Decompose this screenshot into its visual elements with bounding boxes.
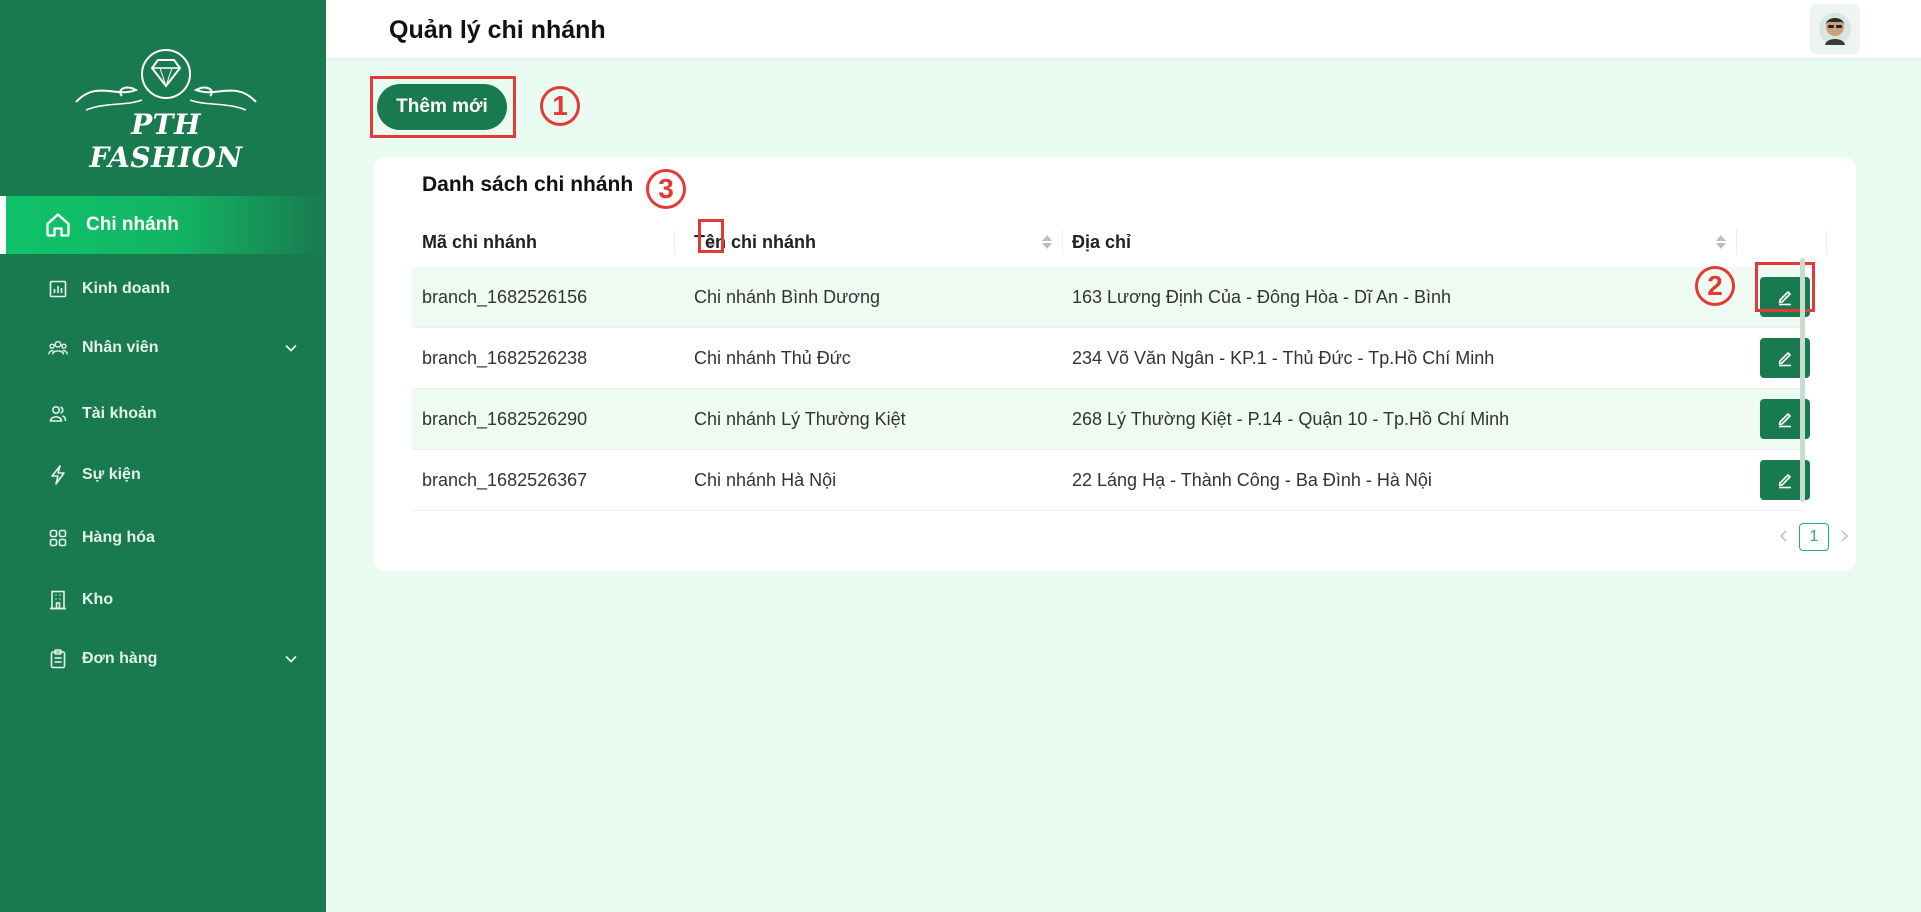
avatar[interactable] bbox=[1810, 4, 1860, 54]
pagination-page-1[interactable]: 1 bbox=[1799, 523, 1829, 551]
edit-pencil-icon bbox=[1778, 352, 1791, 367]
cell-branch-address: 268 Lý Thường Kiệt - P.14 - Quận 10 - Tp… bbox=[1072, 408, 1510, 429]
edit-pencil-icon bbox=[1778, 474, 1791, 489]
diamond-emblem-icon bbox=[75, 49, 257, 111]
sidebar-item-label: Đơn hàng bbox=[82, 650, 158, 667]
cell-branch-code: branch_1682526290 bbox=[422, 408, 588, 429]
sidebar-item-tai-khoan[interactable]: Tài khoản bbox=[0, 386, 326, 442]
chevron-down-icon[interactable] bbox=[284, 652, 298, 666]
chevron-left-icon[interactable] bbox=[1777, 529, 1791, 543]
sidebar-item-kinh-doanh[interactable]: Kinh doanh bbox=[0, 261, 326, 317]
sidebar-item-label: Chi nhánh bbox=[86, 214, 179, 235]
cell-branch-code: branch_1682526156 bbox=[422, 286, 588, 307]
clipboard-icon bbox=[48, 649, 68, 669]
column-divider bbox=[1062, 229, 1063, 255]
building-icon bbox=[48, 590, 68, 610]
grid-icon bbox=[48, 528, 68, 548]
sidebar-item-label: Kho bbox=[82, 591, 114, 608]
table-scrollbar[interactable] bbox=[1800, 258, 1805, 502]
branch-list-card: Danh sách chi nhánh 3 Mã chi nhánh Tên c… bbox=[374, 157, 1856, 571]
cell-branch-name: Chi nhánh Hà Nội bbox=[694, 469, 837, 490]
sidebar-item-nhan-vien[interactable]: Nhân viên bbox=[0, 320, 326, 376]
column-header-ma-chi-nhanh[interactable]: Mã chi nhánh bbox=[422, 217, 537, 267]
lightning-icon bbox=[48, 465, 68, 485]
cell-branch-name: Chi nhánh Thủ Đức bbox=[694, 347, 851, 368]
table-row: branch_1682526367 Chi nhánh Hà Nội 22 Lá… bbox=[412, 450, 1810, 511]
sidebar-item-don-hang[interactable]: Đơn hàng bbox=[0, 631, 326, 687]
annotation-badge-2: 2 bbox=[1695, 266, 1735, 306]
user-avatar-icon bbox=[1819, 13, 1851, 45]
home-icon bbox=[44, 211, 72, 239]
table-header: Mã chi nhánh Tên chi nhánh Địa chỉ bbox=[412, 217, 1827, 268]
add-new-button[interactable]: Thêm mới bbox=[377, 84, 507, 130]
chevron-down-icon[interactable] bbox=[284, 341, 298, 355]
sidebar-item-label: Kinh doanh bbox=[82, 280, 170, 297]
main-content: Quản lý chi nhánh Thêm mới 1 Danh sách c… bbox=[326, 0, 1921, 912]
add-button-highlight: Thêm mới bbox=[370, 76, 516, 138]
annotation-badge-1: 1 bbox=[540, 86, 580, 126]
sidebar-item-chi-nhanh[interactable]: Chi nhánh bbox=[0, 196, 326, 254]
sidebar-item-label: Sự kiện bbox=[82, 466, 141, 483]
brand-name: PTH FASHION bbox=[89, 108, 243, 174]
cell-branch-address: 234 Võ Văn Ngân - KP.1 - Thủ Đức - Tp.Hồ… bbox=[1072, 347, 1495, 368]
sort-icon[interactable] bbox=[1714, 229, 1728, 255]
team-icon bbox=[48, 338, 68, 358]
table-row: branch_1682526156 Chi nhánh Bình Dương 1… bbox=[412, 267, 1810, 328]
table-row: branch_1682526290 Chi nhánh Lý Thường Ki… bbox=[412, 389, 1810, 450]
sidebar-item-label: Tài khoản bbox=[82, 405, 157, 422]
cell-branch-name: Chi nhánh Lý Thường Kiệt bbox=[694, 408, 906, 429]
users-icon bbox=[48, 404, 68, 424]
sort-icon[interactable] bbox=[1040, 229, 1054, 255]
table-title: Danh sách chi nhánh bbox=[422, 173, 634, 196]
sidebar-item-hang-hoa[interactable]: Hàng hóa bbox=[0, 510, 326, 566]
chevron-right-icon[interactable] bbox=[1837, 529, 1851, 543]
column-divider bbox=[1736, 229, 1737, 255]
bar-chart-icon bbox=[48, 279, 68, 299]
sort-highlight bbox=[698, 219, 724, 253]
brand-logo[interactable]: PTH FASHION bbox=[56, 44, 276, 174]
table-row: branch_1682526238 Chi nhánh Thủ Đức 234 … bbox=[412, 328, 1810, 389]
cell-branch-address: 22 Láng Hạ - Thành Công - Ba Đình - Hà N… bbox=[1072, 469, 1432, 490]
sidebar: PTH FASHION Chi nhánh Kinh doanh Nhân vi… bbox=[0, 0, 326, 912]
edit-pencil-icon bbox=[1778, 413, 1791, 428]
annotation-badge-3: 3 bbox=[646, 169, 686, 209]
cell-branch-code: branch_1682526238 bbox=[422, 347, 588, 368]
cell-branch-code: branch_1682526367 bbox=[422, 469, 588, 490]
column-divider bbox=[674, 229, 675, 255]
column-divider bbox=[1826, 229, 1827, 255]
sidebar-item-label: Nhân viên bbox=[82, 339, 159, 356]
sidebar-item-label: Hàng hóa bbox=[82, 529, 155, 546]
column-header-dia-chi[interactable]: Địa chỉ bbox=[1072, 217, 1131, 267]
cell-branch-name: Chi nhánh Bình Dương bbox=[694, 286, 880, 307]
cell-branch-address: 163 Lương Định Của - Đông Hòa - Dĩ An - … bbox=[1072, 286, 1452, 307]
edit-button-highlight bbox=[1755, 262, 1815, 312]
top-header: Quản lý chi nhánh bbox=[326, 0, 1921, 58]
sidebar-item-kho[interactable]: Kho bbox=[0, 572, 326, 628]
page-title: Quản lý chi nhánh bbox=[389, 16, 606, 44]
sidebar-item-su-kien[interactable]: Sự kiện bbox=[0, 447, 326, 503]
